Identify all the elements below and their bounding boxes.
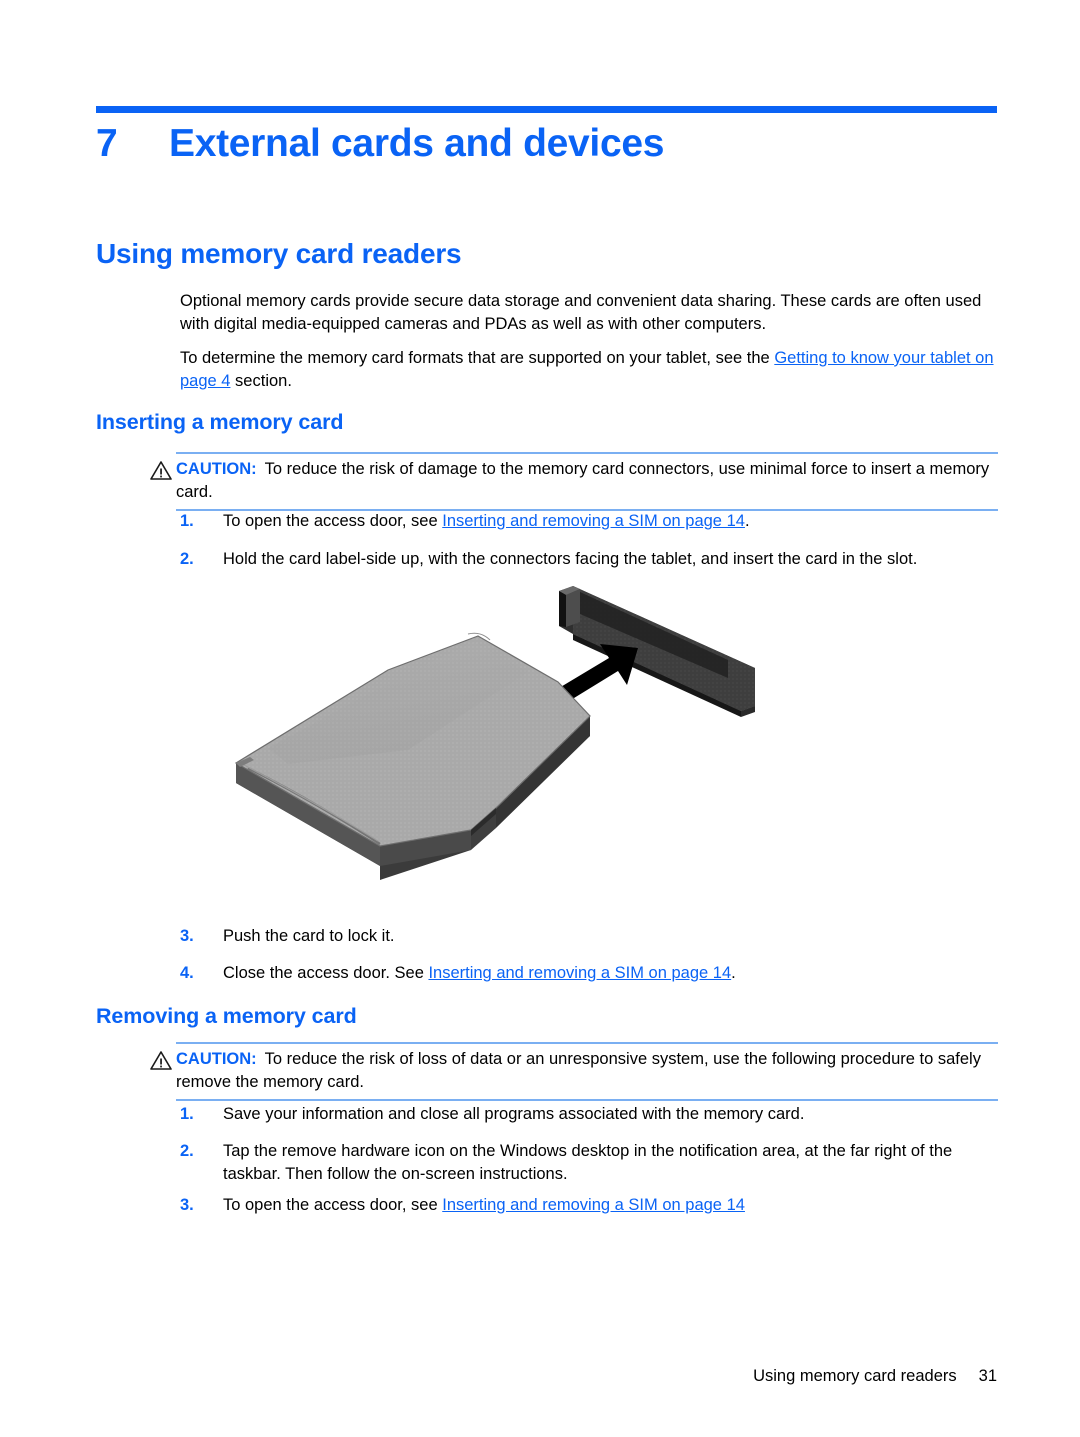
caution-rule-bottom	[176, 1099, 998, 1101]
link-inserting-and-removing-a-sim[interactable]: Inserting and removing a SIM on page 14	[428, 964, 731, 982]
subsection-heading-inserting-a-memory-card: Inserting a memory card	[96, 410, 344, 434]
memory-card-slot-shape	[559, 586, 755, 717]
list-item-text: Hold the card label-side up, with the co…	[223, 550, 918, 568]
footer-page-number: 31	[978, 1367, 997, 1385]
list-item-text-after: .	[744, 512, 750, 530]
list-item: 3. To open the access door, see Insertin…	[180, 1194, 998, 1217]
list-item-text-after: .	[731, 964, 736, 982]
caution-text-removing: CAUTION: To reduce the risk of loss of da…	[176, 1048, 998, 1094]
caution-block-inserting: CAUTION: To reduce the risk of damage to …	[150, 452, 998, 511]
memory-card-insertion-illustration	[228, 578, 768, 918]
caution-text-inserting: CAUTION: To reduce the risk of damage to …	[176, 458, 998, 504]
link-inserting-and-removing-a-sim[interactable]: Inserting and removing a SIM on page 14	[442, 1196, 745, 1214]
list-item-text-before: To open the access door, see	[223, 1196, 443, 1214]
list-item-text: Close the access door. See Inserting and…	[223, 962, 998, 985]
list-item-number: 4.	[180, 964, 194, 982]
list-item: 1. To open the access door, see Insertin…	[180, 510, 998, 533]
chapter-title: 7 External cards and devices	[96, 122, 997, 166]
list-item-number: 1.	[180, 512, 194, 530]
chapter-title-text: External cards and devices	[169, 122, 665, 165]
paragraph-optional-memory-cards: Optional memory cards provide secure dat…	[180, 292, 982, 333]
page-footer: Using memory card readers 31	[735, 1348, 997, 1405]
warning-triangle-icon	[150, 1051, 172, 1070]
list-item-text-before: To open the access door, see	[223, 512, 443, 530]
list-item: 4. Close the access door. See Inserting …	[180, 962, 998, 985]
list-item-text-before: Close the access door. See	[223, 964, 429, 982]
warning-triangle-icon	[150, 461, 172, 480]
list-item-text: Push the card to lock it.	[223, 927, 395, 945]
list-item: 1. Save your information and close all p…	[180, 1103, 998, 1126]
caution-body-text: To reduce the risk of loss of data or an…	[176, 1050, 981, 1091]
list-item-number: 2.	[180, 1142, 194, 1160]
list-item: 3. Push the card to lock it.	[180, 925, 998, 948]
paragraph-determine-formats: To determine the memory card formats tha…	[180, 347, 998, 393]
header-rule	[96, 106, 997, 113]
caution-body-text: To reduce the risk of damage to the memo…	[176, 460, 990, 501]
chapter-number: 7	[96, 122, 118, 165]
list-item-text: Save your information and close all prog…	[223, 1105, 805, 1123]
list-item-number: 2.	[180, 550, 194, 568]
caution-label: CAUTION:	[176, 1050, 257, 1068]
list-item-text: To open the access door, see Inserting a…	[223, 510, 998, 533]
caution-label: CAUTION:	[176, 460, 257, 478]
document-page: 7 External cards and devices Using memor…	[0, 0, 1080, 1437]
paragraph-text-before: To determine the memory card formats tha…	[180, 349, 775, 367]
footer-running-head: Using memory card readers	[753, 1367, 957, 1385]
list-item: 2. Tap the remove hardware icon on the W…	[180, 1140, 998, 1186]
list-item-text: Tap the remove hardware icon on the Wind…	[223, 1142, 953, 1183]
list-item-number: 3.	[180, 1196, 194, 1214]
caution-block-removing: CAUTION: To reduce the risk of loss of da…	[150, 1042, 998, 1101]
subsection-heading-removing-a-memory-card: Removing a memory card	[96, 1004, 357, 1028]
list-item: 2. Hold the card label-side up, with the…	[180, 548, 998, 571]
section-heading-using-memory-card-readers: Using memory card readers	[96, 238, 462, 269]
list-item-number: 1.	[180, 1105, 194, 1123]
list-item-text: To open the access door, see Inserting a…	[223, 1194, 998, 1217]
memory-card-shape	[234, 632, 591, 880]
paragraph-text-after: section.	[230, 372, 292, 390]
list-item-number: 3.	[180, 927, 194, 945]
link-inserting-and-removing-a-sim[interactable]: Inserting and removing a SIM on page 14	[442, 512, 745, 530]
